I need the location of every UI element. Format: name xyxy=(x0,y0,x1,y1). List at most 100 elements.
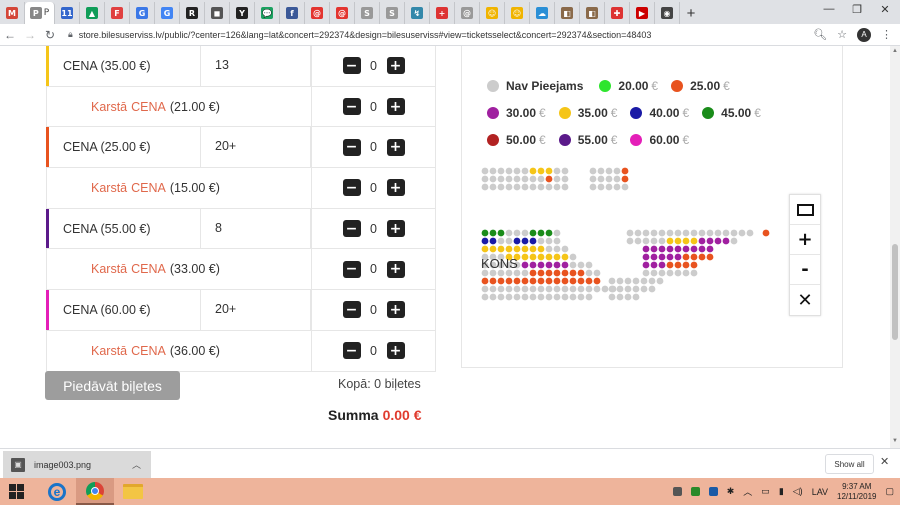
profile-avatar[interactable]: A xyxy=(857,27,871,42)
browser-tab[interactable]: S xyxy=(355,2,380,24)
browser-tab[interactable]: Y xyxy=(230,2,255,24)
seat[interactable] xyxy=(513,229,521,237)
seat[interactable] xyxy=(481,245,489,253)
seat[interactable] xyxy=(589,183,597,191)
seat[interactable] xyxy=(553,293,561,301)
seat[interactable] xyxy=(553,229,561,237)
seat[interactable] xyxy=(529,285,537,293)
windows-start-icon[interactable] xyxy=(0,478,32,505)
seat[interactable] xyxy=(537,277,545,285)
seat[interactable] xyxy=(489,237,497,245)
seat[interactable] xyxy=(497,175,505,183)
seat[interactable] xyxy=(698,237,706,245)
seat[interactable] xyxy=(632,293,640,301)
browser-tab[interactable]: S xyxy=(380,2,405,24)
seat[interactable] xyxy=(569,253,577,261)
seat[interactable] xyxy=(746,229,754,237)
browser-tab[interactable]: R xyxy=(180,2,205,24)
seat[interactable] xyxy=(730,229,738,237)
seat[interactable] xyxy=(585,285,593,293)
seat[interactable] xyxy=(585,269,593,277)
chevron-up-icon[interactable]: ︿ xyxy=(743,485,752,498)
seat[interactable] xyxy=(642,237,650,245)
browser-tab[interactable]: @ xyxy=(330,2,355,24)
seat[interactable] xyxy=(521,285,529,293)
seat[interactable] xyxy=(505,175,513,183)
browser-tab[interactable]: ☺ xyxy=(480,2,505,24)
seat[interactable] xyxy=(593,277,601,285)
seat[interactable] xyxy=(640,277,648,285)
browser-tab[interactable]: ☺ xyxy=(505,2,530,24)
seat[interactable] xyxy=(561,245,569,253)
seat[interactable] xyxy=(642,245,650,253)
seat[interactable] xyxy=(658,269,666,277)
seat[interactable] xyxy=(529,253,537,261)
seat[interactable] xyxy=(481,229,489,237)
seat[interactable] xyxy=(621,175,629,183)
seat[interactable] xyxy=(605,175,613,183)
increase-button[interactable]: + xyxy=(386,179,405,197)
scrollbar-thumb[interactable] xyxy=(892,244,898,340)
seat[interactable] xyxy=(690,237,698,245)
seat[interactable] xyxy=(674,229,682,237)
seat[interactable] xyxy=(521,167,529,175)
seat[interactable] xyxy=(658,245,666,253)
seat[interactable] xyxy=(690,245,698,253)
seat[interactable] xyxy=(577,277,585,285)
seat[interactable] xyxy=(481,293,489,301)
browser-tab[interactable]: f xyxy=(280,2,305,24)
seat[interactable] xyxy=(706,237,714,245)
seat[interactable] xyxy=(521,277,529,285)
seat[interactable] xyxy=(616,285,624,293)
seat[interactable] xyxy=(537,237,545,245)
browser-tab[interactable]: F xyxy=(105,2,130,24)
notifications-icon[interactable]: ▢ xyxy=(885,486,894,497)
seat[interactable] xyxy=(561,183,569,191)
seat[interactable] xyxy=(545,175,553,183)
seat[interactable] xyxy=(561,285,569,293)
seat[interactable] xyxy=(489,229,497,237)
seat[interactable] xyxy=(666,229,674,237)
seat[interactable] xyxy=(577,269,585,277)
seat[interactable] xyxy=(481,167,489,175)
seat[interactable] xyxy=(529,245,537,253)
tray-app-icon[interactable] xyxy=(690,487,700,496)
seat[interactable] xyxy=(553,261,561,269)
seat[interactable] xyxy=(545,285,553,293)
seat[interactable] xyxy=(497,277,505,285)
network-icon[interactable]: ▮ xyxy=(779,486,784,497)
increase-button[interactable]: + xyxy=(386,220,405,238)
seat[interactable] xyxy=(529,167,537,175)
seat[interactable] xyxy=(597,167,605,175)
seat[interactable] xyxy=(481,175,489,183)
seat[interactable] xyxy=(553,245,561,253)
seat[interactable] xyxy=(481,183,489,191)
back-icon[interactable]: ← xyxy=(0,28,20,42)
seat[interactable] xyxy=(545,277,553,285)
seat[interactable] xyxy=(489,285,497,293)
seat[interactable] xyxy=(481,285,489,293)
seat[interactable] xyxy=(497,245,505,253)
browser-tab[interactable]: @ xyxy=(305,2,330,24)
seat[interactable] xyxy=(513,237,521,245)
seat[interactable] xyxy=(497,183,505,191)
download-item[interactable]: ▣ image003.png ︿ xyxy=(3,451,151,478)
seat[interactable] xyxy=(706,253,714,261)
seat[interactable] xyxy=(561,253,569,261)
seat[interactable] xyxy=(650,245,658,253)
seat[interactable] xyxy=(521,253,529,261)
increase-button[interactable]: + xyxy=(386,98,405,116)
seat[interactable] xyxy=(497,285,505,293)
seat[interactable] xyxy=(621,167,629,175)
decrease-button[interactable]: − xyxy=(342,260,361,278)
seat[interactable] xyxy=(682,261,690,269)
seat[interactable] xyxy=(632,277,640,285)
seat[interactable] xyxy=(624,277,632,285)
seat[interactable] xyxy=(656,277,664,285)
page-scrollbar[interactable]: ▲ ▼ xyxy=(890,46,900,448)
new-tab-button[interactable]: + xyxy=(680,2,702,24)
increase-button[interactable]: + xyxy=(386,138,405,156)
seat[interactable] xyxy=(545,261,553,269)
seat[interactable] xyxy=(553,183,561,191)
seat[interactable] xyxy=(648,277,656,285)
